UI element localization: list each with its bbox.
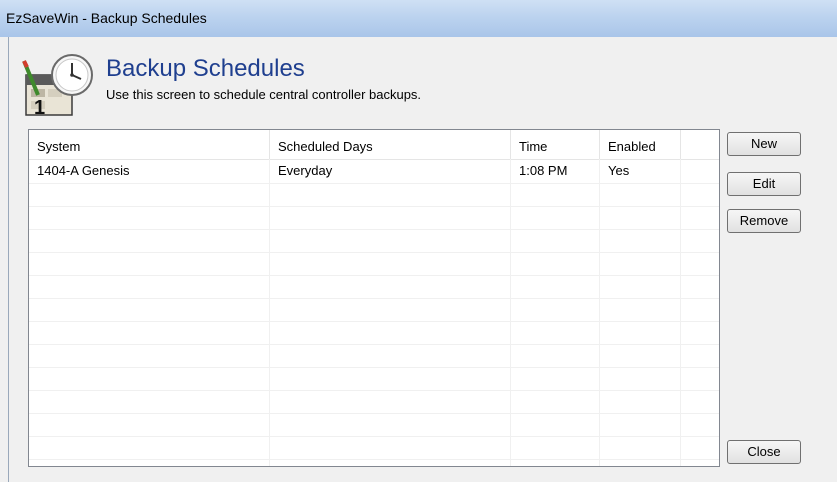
empty-row <box>29 390 719 414</box>
cell-system: 1404-A Genesis <box>37 163 130 178</box>
schedules-list[interactable]: System Scheduled Days Time Enabled 1404-… <box>28 129 720 467</box>
column-header-system[interactable]: System <box>29 130 270 159</box>
empty-row <box>29 344 719 368</box>
column-header-scheduled-days[interactable]: Scheduled Days <box>270 130 511 159</box>
list-header: System Scheduled Days Time Enabled <box>29 130 719 160</box>
column-header-filler <box>681 130 719 159</box>
page-subtitle: Use this screen to schedule central cont… <box>106 87 422 102</box>
new-button[interactable]: New <box>727 132 801 156</box>
empty-row <box>29 367 719 391</box>
close-button[interactable]: Close <box>727 440 801 464</box>
window-title: EzSaveWin - Backup Schedules <box>6 10 207 26</box>
svg-text:1: 1 <box>34 97 45 119</box>
empty-row <box>29 298 719 322</box>
empty-row <box>29 413 719 437</box>
empty-row <box>29 321 719 345</box>
cell-time: 1:08 PM <box>519 163 568 178</box>
empty-row <box>29 206 719 230</box>
edit-button[interactable]: Edit <box>727 172 801 196</box>
empty-row <box>29 183 719 207</box>
column-header-enabled[interactable]: Enabled <box>600 130 681 159</box>
backup-schedules-window: EzSaveWin - Backup Schedules 1 Backup Sc… <box>0 0 837 482</box>
empty-row <box>29 252 719 276</box>
calendar-clock-icon: 1 <box>22 54 93 119</box>
cell-enabled: Yes <box>608 163 630 178</box>
empty-row <box>29 275 719 299</box>
empty-row <box>29 436 719 460</box>
column-header-time[interactable]: Time <box>511 130 600 159</box>
title-bar: EzSaveWin - Backup Schedules <box>0 0 837 37</box>
empty-row <box>29 229 719 253</box>
remove-button[interactable]: Remove <box>727 209 801 233</box>
table-row[interactable]: 1404-A Genesis Everyday 1:08 PM Yes <box>29 160 719 184</box>
cell-scheduled-days: Everyday <box>278 163 333 178</box>
page-title: Backup Schedules <box>106 55 305 82</box>
